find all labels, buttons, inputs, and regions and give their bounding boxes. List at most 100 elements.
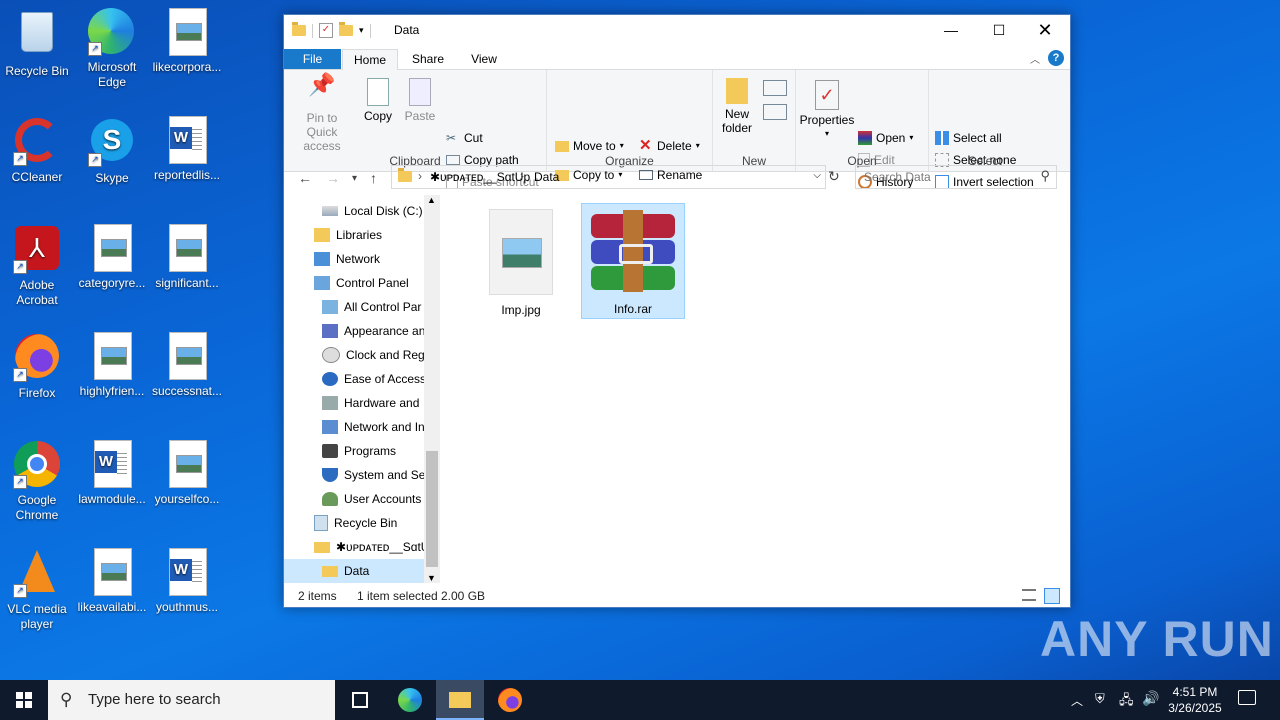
select-all-button[interactable]: Select all xyxy=(935,128,1002,148)
file-item[interactable]: Imp.jpg xyxy=(471,207,571,319)
new-folder-button[interactable]: New folder xyxy=(715,78,759,135)
volume-icon[interactable]: 🔊 xyxy=(1142,690,1159,707)
move-to-button[interactable]: Move to ▾ xyxy=(555,136,624,156)
tree-item-control-panel[interactable]: Control Panel xyxy=(314,271,409,295)
properties-button[interactable]: ✓ Properties ▾ xyxy=(798,80,856,141)
programs-icon xyxy=(322,444,338,458)
details-view-icon[interactable] xyxy=(1022,589,1036,601)
taskbar-edge[interactable] xyxy=(386,680,434,720)
breadcrumb-segment[interactable]: ✱ᴜᴘᴅᴀᴛᴇᴅ__SɑtUp xyxy=(430,170,530,184)
tree-item-recycle-bin[interactable]: Recycle Bin xyxy=(314,511,397,535)
desktop-icon-file[interactable]: likeavailabi... xyxy=(75,548,149,615)
minimize-button[interactable]: — xyxy=(928,15,974,45)
edge-icon: ↗ xyxy=(88,8,136,56)
search-input[interactable]: Search Data ⚲ xyxy=(855,165,1057,189)
address-bar[interactable]: › ✱ᴜᴘᴅᴀᴛᴇᴅ__SɑtUp › Data ⌵ xyxy=(391,165,826,189)
watermark: ANY RUN xyxy=(1040,611,1274,667)
tree-item-network-internet[interactable]: Network and In xyxy=(322,415,424,439)
chevron-down-icon[interactable]: ▾ xyxy=(359,25,364,36)
desktop-icon-file[interactable]: likecorpora... xyxy=(150,8,224,75)
desktop-icon-file[interactable]: W youthmus... xyxy=(150,548,224,615)
tree-item-network[interactable]: Network xyxy=(314,247,380,271)
collapse-ribbon-icon[interactable]: ︿ xyxy=(1030,51,1040,66)
close-button[interactable]: ✕ xyxy=(1022,15,1068,45)
desktop-icon-label: youthmus... xyxy=(155,600,219,614)
desktop-icon-file[interactable]: yourselfco... xyxy=(150,440,224,507)
shield-icon xyxy=(322,468,338,482)
ease-of-access-icon xyxy=(322,372,338,386)
desktop-icon-file[interactable]: highlyfrien... xyxy=(75,332,149,399)
back-button[interactable]: ← xyxy=(298,170,312,186)
start-button[interactable] xyxy=(0,680,48,720)
ribbon: 📌 Pin to Quick access Copy Paste ✂ Cut Co… xyxy=(284,70,1070,189)
desktop-icon-label: reportedlis... xyxy=(153,168,221,182)
tree-item-data[interactable]: Data xyxy=(284,559,424,583)
scroll-up-icon[interactable]: ▲ xyxy=(427,195,436,205)
maximize-button[interactable]: ☐ xyxy=(976,15,1022,45)
pin-to-quick-access-button[interactable]: 📌 Pin to Quick access xyxy=(290,74,354,154)
new-item-icon[interactable] xyxy=(763,80,787,96)
tree-item-system-security[interactable]: System and Sec xyxy=(322,463,424,487)
tree-item-hardware[interactable]: Hardware and xyxy=(322,391,424,415)
open-button[interactable]: Open ▾ xyxy=(858,128,913,148)
large-icons-view-icon[interactable] xyxy=(1044,588,1060,604)
properties-quick-icon[interactable]: ✓ xyxy=(319,23,333,38)
forward-button[interactable]: → xyxy=(326,170,340,186)
desktop-icon-file[interactable]: W reportedlis... xyxy=(150,116,224,183)
taskbar-file-explorer[interactable] xyxy=(436,680,484,720)
tab-home[interactable]: Home xyxy=(342,49,398,70)
up-button[interactable]: ↑ xyxy=(370,170,377,186)
tab-view[interactable]: View xyxy=(458,49,510,69)
desktop-icon-label: CCleaner xyxy=(11,170,63,184)
easy-access-icon[interactable] xyxy=(763,104,787,120)
security-tray-icon[interactable]: ⛨ xyxy=(1095,691,1105,707)
desktop-icon-edge[interactable]: ↗ Microsoft Edge xyxy=(75,8,149,90)
tab-file[interactable]: File xyxy=(284,49,341,69)
new-folder-quick-icon[interactable] xyxy=(339,22,353,36)
scrollbar-thumb[interactable] xyxy=(426,451,438,567)
desktop-icon-firefox[interactable]: ↗ Firefox xyxy=(0,332,74,401)
desktop-icon-vlc[interactable]: ↗ VLC media player xyxy=(0,548,74,632)
taskbar-search[interactable]: ⚲ Type here to search xyxy=(48,680,335,720)
tree-item-all-control-panel[interactable]: All Control Par xyxy=(322,295,424,319)
desktop-icon-file[interactable]: successnat... xyxy=(150,332,224,399)
clock[interactable]: 4:51 PM 3/26/2025 xyxy=(1162,684,1228,716)
refresh-icon[interactable]: ↻ xyxy=(828,168,840,185)
breadcrumb-separator: › xyxy=(520,169,524,183)
file-item-selected[interactable]: Info.rar xyxy=(581,203,685,319)
desktop-icon-acrobat[interactable]: ⅄ ↗ Adobe Acrobat xyxy=(0,224,74,308)
network-tray-icon[interactable]: 🖧 xyxy=(1119,691,1134,713)
desktop-icon-file[interactable]: significant... xyxy=(150,224,224,291)
show-hidden-icons-button[interactable]: ︿ xyxy=(1071,692,1083,709)
breadcrumb-segment[interactable]: Data xyxy=(534,170,559,184)
cut-button[interactable]: ✂ Cut xyxy=(446,128,483,148)
selection-info: 1 item selected xyxy=(357,589,438,603)
copy-button[interactable]: Copy xyxy=(358,78,398,123)
tree-item-clock[interactable]: Clock and Regi xyxy=(322,343,424,367)
tree-item-local-disk[interactable]: Local Disk (C:) xyxy=(322,199,423,223)
taskbar-firefox[interactable] xyxy=(486,680,534,720)
tree-item-programs[interactable]: Programs xyxy=(322,439,424,463)
copy-icon xyxy=(367,78,389,106)
scroll-down-icon[interactable]: ▼ xyxy=(427,573,436,583)
desktop-icon-file[interactable]: W lawmodule... xyxy=(75,440,149,507)
tab-share[interactable]: Share xyxy=(402,49,454,69)
help-icon[interactable]: ? xyxy=(1048,50,1064,66)
tree-item-setup-folder[interactable]: ✱ᴜᴘᴅᴀᴛᴇᴅ__SɑtUp xyxy=(314,535,436,559)
desktop-icon-chrome[interactable]: ↗ Google Chrome xyxy=(0,440,74,523)
delete-button[interactable]: ✕ Delete ▾ xyxy=(639,136,700,156)
task-view-button[interactable] xyxy=(336,680,384,720)
paste-button[interactable]: Paste xyxy=(400,78,440,123)
tree-item-libraries[interactable]: Libraries xyxy=(314,223,382,247)
chevron-down-icon[interactable]: ⌵ xyxy=(813,170,821,181)
desktop-icon-skype[interactable]: S ↗ Skype xyxy=(75,116,149,186)
recent-locations-icon[interactable]: ▾ xyxy=(352,173,357,184)
tree-item-appearance[interactable]: Appearance an xyxy=(322,319,424,343)
tree-item-user-accounts[interactable]: User Accounts xyxy=(322,487,424,511)
taskbar: ⚲ Type here to search ︿ ⛨ 🖧 🔊 4:51 PM 3/… xyxy=(0,680,1280,720)
tree-item-ease-of-access[interactable]: Ease of Access xyxy=(322,367,424,391)
desktop-icon-recycle-bin[interactable]: Recycle Bin xyxy=(0,8,74,79)
notification-icon[interactable] xyxy=(1238,690,1256,705)
desktop-icon-file[interactable]: categoryre... xyxy=(75,224,149,291)
desktop-icon-ccleaner[interactable]: ↗ CCleaner xyxy=(0,116,74,185)
